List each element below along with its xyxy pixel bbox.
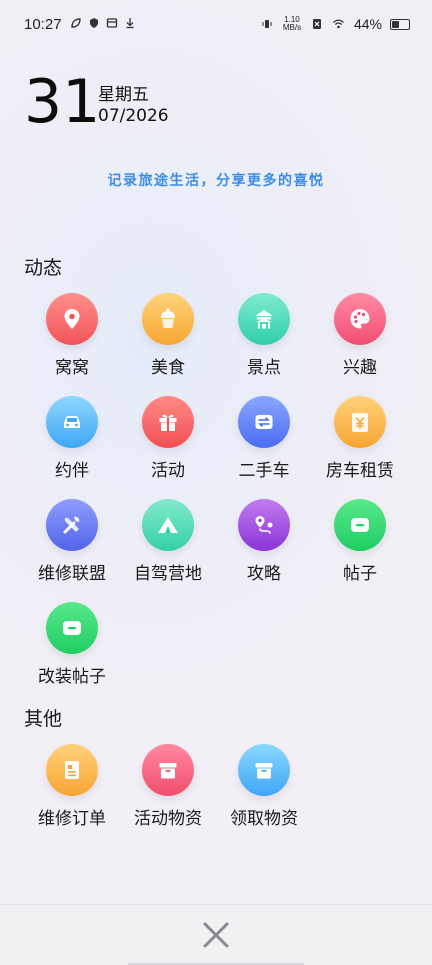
- grid-item[interactable]: 景点: [214, 293, 314, 378]
- location-pin-icon: [46, 293, 98, 345]
- route-map-icon: [238, 499, 290, 551]
- bottom-bar: [0, 904, 432, 965]
- grid-item[interactable]: 房车租赁: [310, 396, 410, 481]
- status-right: 1.10 MB/s 44%: [261, 16, 410, 32]
- section-title-other: 其他: [24, 708, 63, 730]
- box-icon: [142, 744, 194, 796]
- grid-item[interactable]: 自驾营地: [118, 499, 218, 584]
- grid-item-label: 自驾营地: [134, 564, 202, 584]
- car-icon: [46, 396, 98, 448]
- leaf-icon: [71, 18, 81, 28]
- battery-icon: [390, 18, 410, 30]
- day-number: 31: [24, 67, 101, 137]
- shield-icon: [90, 18, 98, 28]
- archive-icon: [106, 18, 118, 28]
- grid-item[interactable]: 活动: [118, 396, 218, 481]
- swap-car-icon: [238, 396, 290, 448]
- tent-icon: [142, 499, 194, 551]
- wifi-icon: [333, 19, 344, 29]
- slogan: 记录旅途生活，分享更多的喜悦: [107, 173, 325, 189]
- palette-icon: [334, 293, 386, 345]
- month-year: 07/2026: [98, 106, 169, 126]
- grid-item[interactable]: 窝窝: [22, 293, 122, 378]
- status-time: 10:27: [24, 16, 62, 33]
- cupcake-icon: [142, 293, 194, 345]
- network-speed-unit: MB/s: [282, 23, 302, 32]
- grid-item-label: 帖子: [343, 564, 377, 584]
- grid-item[interactable]: 活动物资: [118, 744, 218, 829]
- grid-item-label: 维修订单: [38, 809, 106, 829]
- gift-icon: [142, 396, 194, 448]
- section-title-dynamic: 动态: [24, 257, 63, 279]
- grid-item-label: 攻略: [247, 564, 281, 584]
- grid-item[interactable]: 领取物资: [214, 744, 314, 829]
- grid-item[interactable]: 改装帖子: [22, 602, 122, 687]
- grid-item-label: 兴趣: [343, 358, 377, 378]
- grid-item[interactable]: 二手车: [214, 396, 314, 481]
- grid-item-label: 美食: [151, 358, 185, 378]
- grid-item-label: 房车租赁: [326, 461, 394, 481]
- notification-icons: [70, 17, 136, 29]
- grid-item[interactable]: 兴趣: [310, 293, 410, 378]
- tools-icon: [46, 499, 98, 551]
- vibrate-icon: [262, 20, 272, 28]
- order-list-icon: [46, 744, 98, 796]
- grid-item[interactable]: 攻略: [214, 499, 314, 584]
- grid-item-label: 改装帖子: [38, 667, 106, 687]
- grid-item[interactable]: 美食: [118, 293, 218, 378]
- grid-item-label: 二手车: [238, 461, 290, 481]
- weekday: 星期五: [98, 85, 149, 105]
- grid-item-label: 窝窝: [55, 358, 89, 378]
- grid-item-label: 维修联盟: [38, 564, 106, 584]
- grid-item-label: 领取物资: [230, 809, 298, 829]
- grid-item[interactable]: 维修订单: [22, 744, 122, 829]
- battery-percent: 44%: [353, 16, 382, 32]
- close-icon[interactable]: [200, 919, 232, 951]
- box-icon: [238, 744, 290, 796]
- grid-item[interactable]: 约伴: [22, 396, 122, 481]
- grid-item-label: 约伴: [55, 461, 89, 481]
- grid-item-label: 活动: [151, 461, 185, 481]
- no-sim-icon: [312, 19, 321, 29]
- chat-bubble-icon: [46, 602, 98, 654]
- grid-item[interactable]: 帖子: [310, 499, 410, 584]
- status-bar: 10:27 1.10 MB/s 44%: [0, 0, 432, 52]
- chat-bubble-icon: [334, 499, 386, 551]
- download-icon: [126, 18, 134, 29]
- grid-item-label: 景点: [247, 358, 281, 378]
- network-speed: 1.10 MB/s: [281, 16, 303, 32]
- grid-item[interactable]: 维修联盟: [22, 499, 122, 584]
- battery-fill: [392, 20, 399, 28]
- grid-item-label: 活动物资: [134, 809, 202, 829]
- yen-card-icon: [334, 396, 386, 448]
- pavilion-icon: [238, 293, 290, 345]
